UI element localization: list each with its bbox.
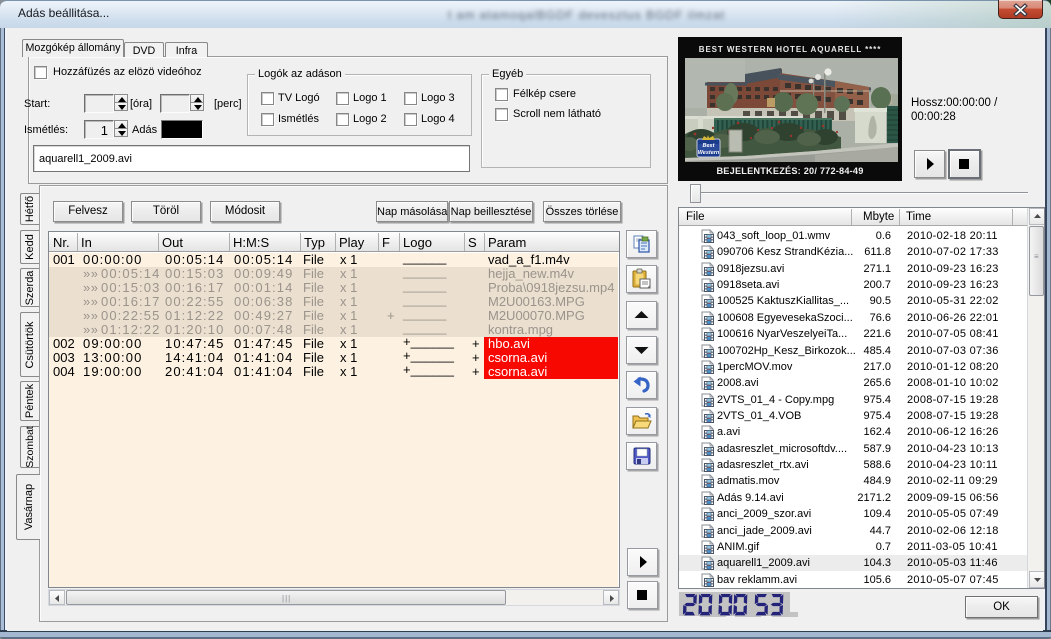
svg-text:Western: Western <box>698 150 720 156</box>
svg-text:Best: Best <box>703 143 716 149</box>
